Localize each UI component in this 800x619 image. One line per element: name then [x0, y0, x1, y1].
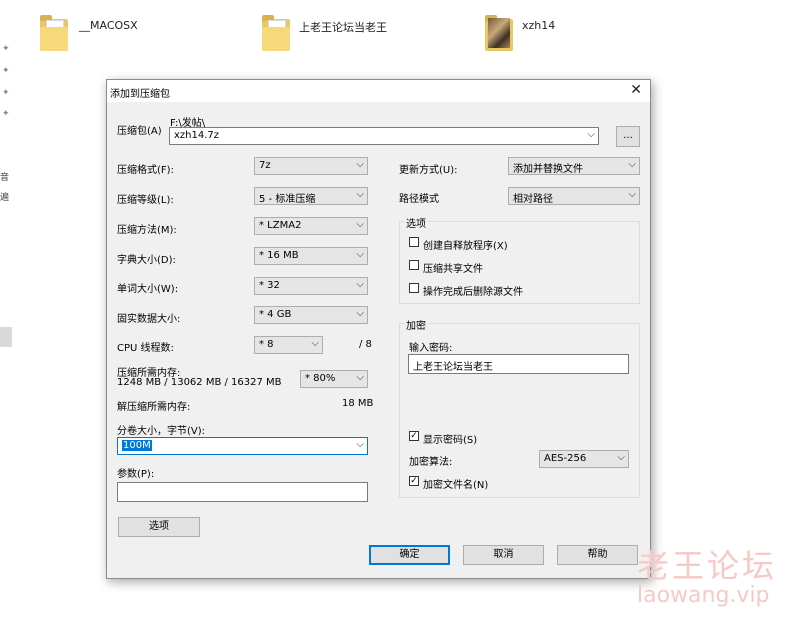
add-to-archive-dialog: 添加到压缩包 ✕ 压缩包(A) F:\发帖\ xzh14.7z ⌵ ... 压缩…	[106, 79, 651, 579]
mem-decomp-label: 解压缩所需内存:	[117, 402, 191, 413]
chevron-down-icon: ⌵	[356, 439, 364, 450]
params-input[interactable]	[117, 482, 368, 502]
solid-value: * 4 GB	[259, 309, 292, 320]
cpu-value: * 8	[259, 339, 274, 350]
pin-icon[interactable]: ✦	[2, 109, 10, 119]
nav-fragment[interactable]: 遍	[0, 190, 9, 203]
encrypt-names-label[interactable]: 加密文件名(N)	[423, 476, 488, 491]
show-password-checkbox[interactable]: ✓	[409, 431, 419, 441]
pin-icon[interactable]: ✦	[2, 88, 10, 98]
path-mode-select[interactable]: 相对路径 ⌵	[508, 187, 640, 205]
password-input[interactable]: 上老王论坛当老王	[408, 354, 629, 374]
chevron-down-icon: ⌵	[356, 189, 364, 200]
mem-usage-value: * 80%	[305, 373, 336, 384]
explorer-item-macosx[interactable]: __MACOSX	[79, 19, 138, 32]
help-button[interactable]: 帮助	[557, 545, 638, 565]
chevron-down-icon: ⌵	[356, 219, 364, 230]
format-select[interactable]: 7z ⌵	[254, 157, 368, 175]
path-mode-label: 路径模式	[399, 194, 439, 205]
split-label: 分卷大小，字节(V):	[117, 426, 206, 437]
cancel-button[interactable]: 取消	[463, 545, 544, 565]
encryption-group-title: 加密	[404, 317, 428, 332]
path-mode-value: 相对路径	[513, 194, 553, 205]
level-label: 压缩等级(L):	[117, 195, 174, 206]
word-select[interactable]: * 32 ⌵	[254, 277, 368, 295]
mem-decomp-value: 18 MB	[342, 398, 374, 409]
solid-select[interactable]: * 4 GB ⌵	[254, 306, 368, 324]
chevron-down-icon: ⌵	[356, 249, 364, 260]
options-button[interactable]: 选项	[118, 517, 200, 537]
mem-usage-select[interactable]: * 80% ⌵	[300, 370, 368, 388]
params-label: 参数(P):	[117, 469, 155, 480]
show-password-label[interactable]: 显示密码(S)	[423, 431, 477, 446]
chevron-down-icon: ⌵	[628, 189, 636, 200]
dialog-title: 添加到压缩包	[110, 89, 170, 100]
level-value: 5 - 标准压缩	[259, 194, 316, 205]
cpu-label: CPU 线程数:	[117, 343, 174, 354]
archive-name-combo[interactable]: xzh14.7z ⌵	[169, 127, 599, 145]
watermark-text: 老王论坛	[637, 547, 778, 585]
ok-button[interactable]: 确定	[369, 545, 450, 565]
split-combo[interactable]: 100M ⌵	[117, 437, 368, 455]
close-icon[interactable]: ✕	[630, 82, 642, 98]
method-label: 压缩方法(M):	[117, 225, 177, 236]
shared-checkbox[interactable]	[409, 260, 419, 270]
method-select[interactable]: * LZMA2 ⌵	[254, 217, 368, 235]
nav-selection	[0, 327, 12, 347]
password-label: 输入密码:	[409, 343, 453, 354]
enc-method-select[interactable]: AES-256 ⌵	[539, 450, 629, 468]
options-group-title: 选项	[404, 215, 428, 230]
chevron-down-icon: ⌵	[587, 129, 595, 140]
pin-icon[interactable]: ✦	[2, 44, 10, 54]
level-select[interactable]: 5 - 标准压缩 ⌵	[254, 187, 368, 205]
split-value: 100M	[122, 440, 152, 451]
browse-button[interactable]: ...	[616, 126, 640, 147]
enc-method-label: 加密算法:	[409, 457, 453, 468]
dict-select[interactable]: * 16 MB ⌵	[254, 247, 368, 265]
chevron-down-icon: ⌵	[356, 279, 364, 290]
sfx-checkbox[interactable]	[409, 237, 419, 247]
encrypt-names-checkbox[interactable]: ✓	[409, 476, 419, 486]
image-folder-icon[interactable]	[485, 15, 513, 51]
pin-icon[interactable]: ✦	[2, 66, 10, 76]
chevron-down-icon: ⌵	[628, 159, 636, 170]
word-label: 单词大小(W):	[117, 284, 179, 295]
sfx-label[interactable]: 创建自释放程序(X)	[423, 237, 508, 252]
folder-icon[interactable]	[262, 15, 290, 51]
nav-fragment[interactable]: 音	[0, 170, 9, 183]
shared-label[interactable]: 压缩共享文件	[423, 260, 483, 275]
mem-comp-detail: 1248 MB / 13062 MB / 16327 MB	[117, 377, 282, 388]
chevron-down-icon: ⌵	[356, 159, 364, 170]
chevron-down-icon: ⌵	[356, 308, 364, 319]
title-bar: 添加到压缩包 ✕	[107, 80, 650, 102]
format-label: 压缩格式(F):	[117, 165, 174, 176]
dict-value: * 16 MB	[259, 250, 299, 261]
solid-label: 固实数据大小:	[117, 314, 181, 325]
enc-method-value: AES-256	[544, 453, 587, 464]
folder-icon[interactable]	[40, 15, 68, 51]
archive-name-value: xzh14.7z	[174, 130, 220, 141]
watermark-url: laowang.vip	[637, 583, 770, 608]
format-value: 7z	[259, 160, 271, 171]
dict-label: 字典大小(D):	[117, 255, 176, 266]
explorer-item-folder[interactable]: 上老王论坛当老王	[299, 19, 387, 35]
method-value: * LZMA2	[259, 220, 302, 231]
update-mode-value: 添加并替换文件	[513, 164, 583, 175]
word-value: * 32	[259, 280, 280, 291]
cpu-total: / 8	[359, 339, 372, 350]
cpu-select[interactable]: * 8 ⌵	[254, 336, 323, 354]
archive-label: 压缩包(A)	[117, 126, 162, 137]
explorer-item-xzh14[interactable]: xzh14	[522, 19, 555, 32]
chevron-down-icon: ⌵	[311, 338, 319, 349]
chevron-down-icon: ⌵	[617, 452, 625, 463]
update-mode-label: 更新方式(U):	[399, 165, 458, 176]
delete-label[interactable]: 操作完成后删除源文件	[423, 283, 523, 298]
chevron-down-icon: ⌵	[356, 372, 364, 383]
delete-checkbox[interactable]	[409, 283, 419, 293]
update-mode-select[interactable]: 添加并替换文件 ⌵	[508, 157, 640, 175]
